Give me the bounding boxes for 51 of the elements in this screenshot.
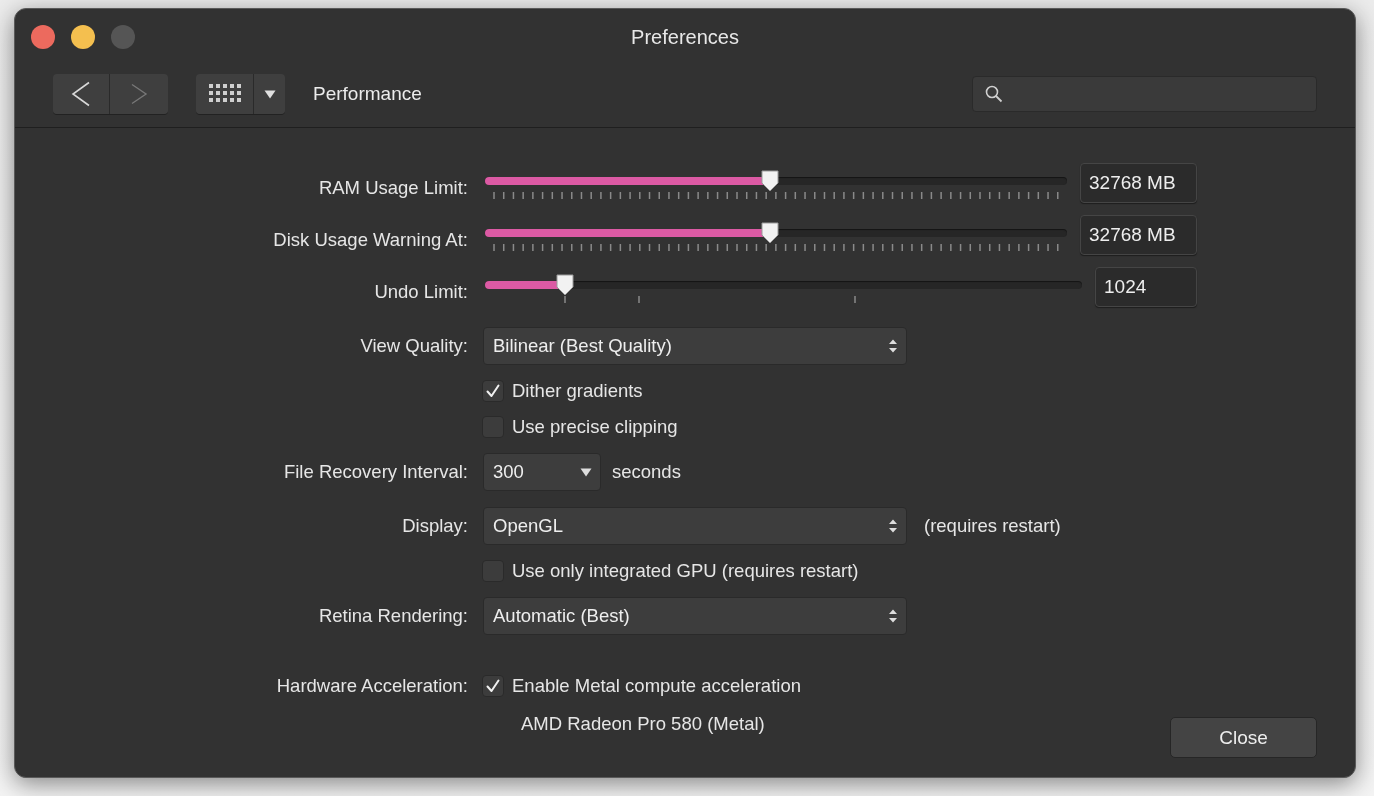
dropdown[interactable]: 300 [483, 453, 601, 491]
unit-text: seconds [612, 461, 681, 483]
slider-thumb[interactable] [555, 274, 575, 296]
setting-label: View Quality: [359, 335, 469, 357]
close-button[interactable]: Close [1170, 717, 1317, 758]
checkbox[interactable] [482, 675, 504, 697]
close-window-control[interactable] [31, 25, 55, 49]
slider[interactable] [485, 170, 1067, 192]
setting-label: Display: [401, 515, 469, 537]
slider-thumb[interactable] [760, 222, 781, 244]
chevron-left-icon [70, 81, 92, 107]
checkmark-icon [485, 678, 501, 694]
value-field[interactable]: 1024 [1095, 267, 1197, 307]
checkbox[interactable] [482, 380, 504, 402]
chevron-right-icon [130, 83, 148, 105]
checkbox-label[interactable]: Use precise clipping [512, 416, 678, 438]
value-field[interactable]: 32768 MB [1080, 163, 1197, 203]
checkbox-label[interactable]: Enable Metal compute acceleration [512, 675, 801, 697]
slider[interactable] [485, 222, 1067, 244]
zoom-window-control [111, 25, 135, 49]
setting-label: File Recovery Interval: [282, 461, 469, 483]
gpu-info-text: AMD Radeon Pro 580 (Metal) [521, 712, 765, 735]
grid-icon [208, 84, 241, 104]
slider[interactable] [485, 274, 1082, 296]
popup-menu[interactable]: OpenGL [483, 507, 907, 545]
minimize-window-control[interactable] [71, 25, 95, 49]
setting-label: Retina Rendering: [317, 605, 469, 627]
section-title: Performance [313, 83, 422, 105]
stepper-arrows-icon [888, 338, 898, 354]
value-field[interactable]: 32768 MB [1080, 215, 1197, 255]
menu-dropdown-button[interactable] [254, 74, 285, 114]
setting-label: Disk Usage Warning At: [272, 228, 469, 251]
checkmark-icon [485, 383, 501, 399]
slider-thumb[interactable] [760, 170, 781, 192]
grid-view-button[interactable] [196, 74, 254, 114]
popup-menu[interactable]: Bilinear (Best Quality) [483, 327, 907, 365]
popup-menu[interactable]: Automatic (Best) [483, 597, 907, 635]
caret-icon [580, 467, 592, 477]
stepper-arrows-icon [888, 518, 898, 534]
note-text: (requires restart) [924, 515, 1061, 537]
search-icon [985, 85, 1003, 103]
stepper-arrows-icon [888, 608, 898, 624]
setting-label: Hardware Acceleration: [275, 674, 469, 697]
setting-label: Undo Limit: [373, 280, 469, 303]
checkbox-label[interactable]: Use only integrated GPU (requires restart) [512, 560, 859, 582]
caret-icon [263, 89, 276, 99]
window-title: Preferences [631, 26, 739, 49]
checkbox-label[interactable]: Dither gradients [512, 380, 643, 402]
search-field[interactable] [972, 76, 1317, 112]
back-button[interactable] [53, 74, 110, 114]
setting-label: RAM Usage Limit: [317, 176, 469, 199]
